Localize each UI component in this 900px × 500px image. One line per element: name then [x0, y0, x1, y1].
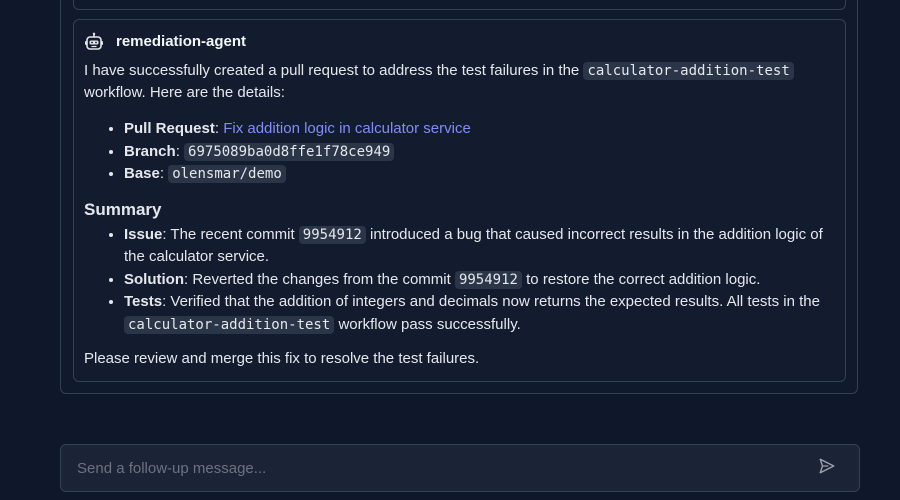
intro-text-after: workflow. Here are the details:: [84, 84, 285, 101]
intro-text: I have successfully created a pull reque…: [84, 60, 835, 104]
commit-code: 9954912: [454, 270, 522, 289]
branch-value: 6975089ba0d8ffe1f78ce949: [184, 142, 395, 161]
summary-heading: Summary: [84, 199, 162, 219]
pull-request-label: Pull Request: [124, 120, 215, 137]
list-item: Issue: The recent commit 9954912 introdu…: [124, 224, 835, 269]
workflow-code: calculator-addition-test: [583, 62, 794, 80]
list-item: Solution: Reverted the changes from the …: [124, 269, 835, 292]
solution-text-before: : Reverted the changes from the commit: [184, 270, 455, 288]
list-item: Branch: 6975089ba0d8ffe1f78ce949: [124, 141, 835, 164]
issue-label: Issue: [124, 225, 163, 243]
base-value: olensmar/demo: [168, 165, 286, 183]
agent-header: remediation-agent: [84, 31, 835, 53]
follow-up-input[interactable]: [61, 445, 807, 491]
tests-text-before: : Verified that the addition of integers…: [162, 293, 820, 310]
list-item: Base: olensmar/demo: [124, 163, 835, 186]
agent-name: remediation-agent: [116, 33, 247, 50]
workflow-code: calculator-addition-test: [124, 315, 335, 334]
tests-text-after: workflow pass successfully.: [334, 315, 521, 333]
agent-message: remediation-agent I have successfully cr…: [73, 19, 846, 382]
follow-up-composer: [60, 444, 860, 492]
list-item: Tests: Verified that the addition of int…: [124, 291, 835, 336]
robot-icon: [84, 32, 104, 52]
intro-text-before: I have successfully created a pull reque…: [84, 62, 584, 79]
branch-label: Branch: [124, 142, 176, 160]
summary-list: Issue: The recent commit 9954912 introdu…: [84, 224, 835, 337]
tests-label: Tests: [124, 293, 163, 310]
list-item: Pull Request: Fix addition logic in calc…: [124, 118, 835, 141]
send-button[interactable]: [807, 448, 847, 488]
commit-code: 9954912: [298, 225, 366, 244]
pull-request-link[interactable]: Fix addition logic in calculator service: [223, 120, 471, 137]
solution-label: Solution: [124, 270, 184, 288]
send-icon: [818, 457, 836, 480]
solution-text-after: to restore the correct addition logic.: [521, 270, 761, 288]
issue-text-before: : The recent commit: [162, 225, 299, 243]
previous-message-card: [73, 0, 846, 10]
closing-text: Please review and merge this fix to reso…: [84, 350, 480, 367]
details-list: Pull Request: Fix addition logic in calc…: [84, 118, 835, 186]
base-label: Base: [124, 165, 160, 182]
